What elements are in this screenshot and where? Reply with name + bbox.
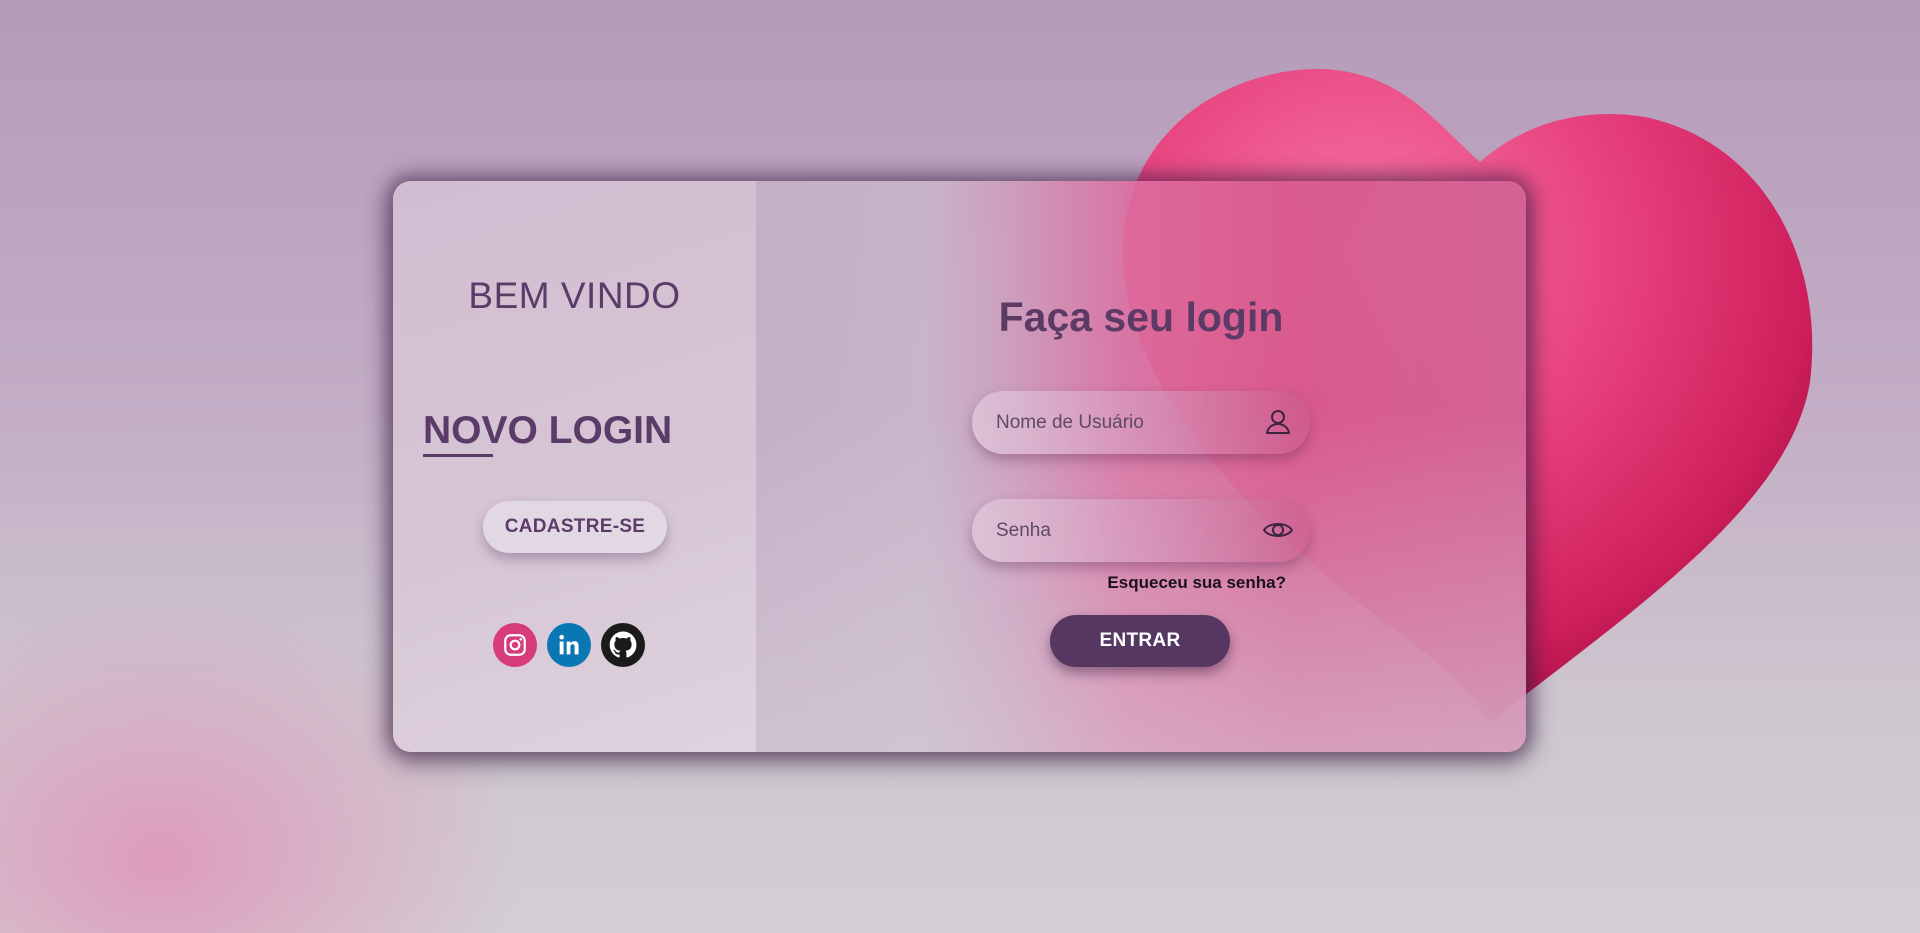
signup-button[interactable]: CADASTRE-SE xyxy=(483,501,667,553)
password-input[interactable] xyxy=(972,499,1310,562)
password-field-wrapper xyxy=(972,499,1310,562)
social-links xyxy=(493,623,645,667)
welcome-panel: BEM VINDO NOVO LOGIN CADASTRE-SE xyxy=(393,181,756,752)
login-title: Faça seu login xyxy=(998,294,1284,340)
username-field-wrapper xyxy=(972,391,1310,454)
linkedin-icon[interactable] xyxy=(547,623,591,667)
instagram-icon[interactable] xyxy=(493,623,537,667)
login-card: BEM VINDO NOVO LOGIN CADASTRE-SE Faça se… xyxy=(393,181,1526,752)
new-login-heading: NOVO LOGIN xyxy=(423,409,673,452)
eye-icon[interactable] xyxy=(1262,514,1294,546)
user-icon xyxy=(1266,410,1290,434)
github-icon[interactable] xyxy=(601,623,645,667)
username-input[interactable] xyxy=(972,391,1310,454)
welcome-heading: BEM VINDO xyxy=(468,275,681,316)
forgot-password-link[interactable]: Esqueceu sua senha? xyxy=(756,573,1286,593)
heading-underline xyxy=(423,454,493,457)
enter-button[interactable]: ENTRAR xyxy=(1050,615,1230,667)
login-panel: Faça seu login Esqueceu sua senha? ENTRA… xyxy=(756,181,1526,752)
